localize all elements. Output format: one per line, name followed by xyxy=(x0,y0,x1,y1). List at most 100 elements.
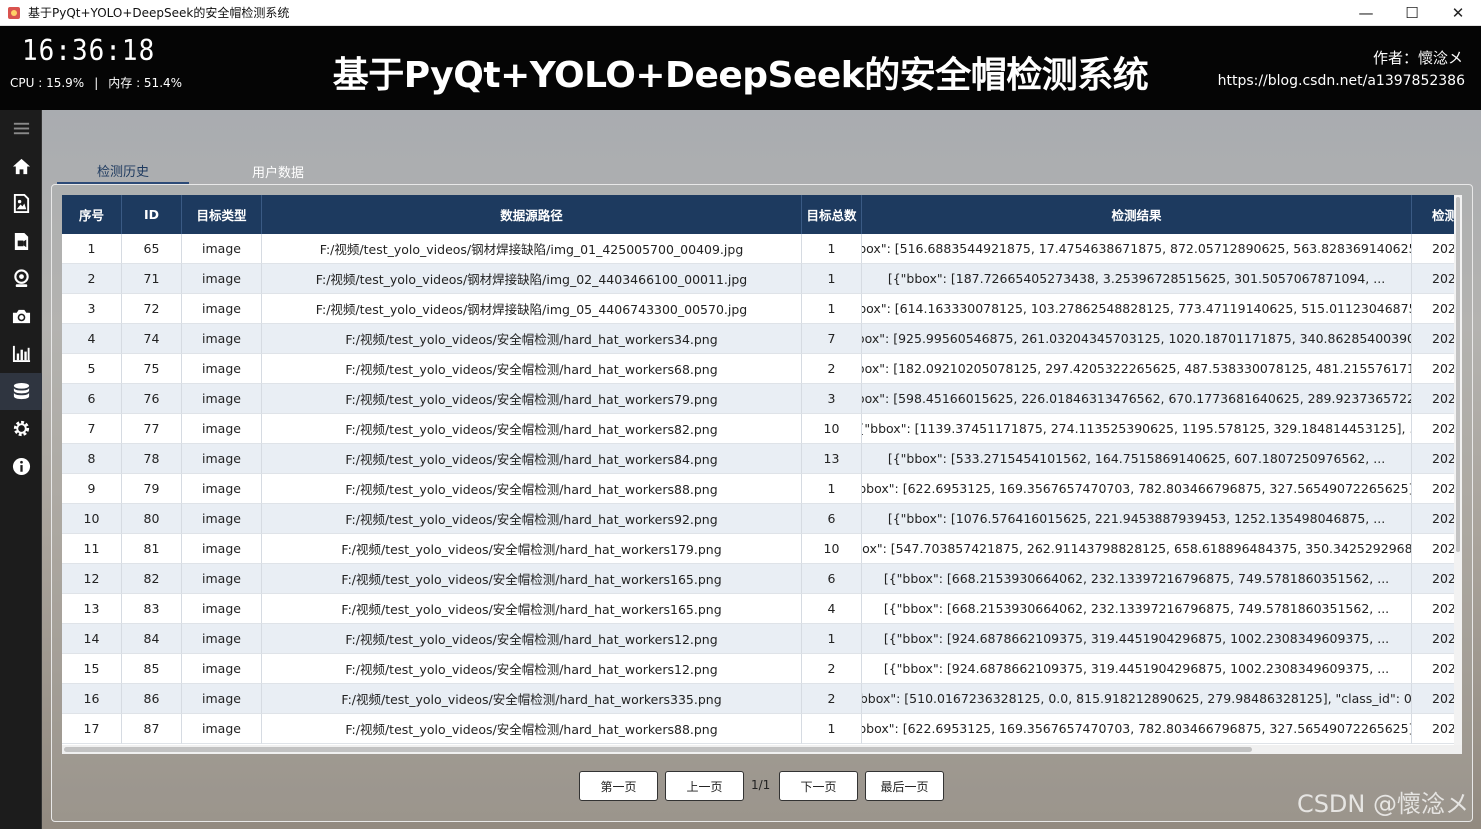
blog-link[interactable]: https://blog.csdn.net/a1397852386 xyxy=(1218,73,1465,89)
cell-seq[interactable]: 15 xyxy=(62,654,122,684)
cell-seq[interactable]: 3 xyxy=(62,294,122,324)
cell-result[interactable]: [{"bbox": [668.2153930664062, 232.133972… xyxy=(862,594,1412,624)
table-row[interactable]: 16 86 image F:/视频/test_yolo_videos/安全帽检测/ha… xyxy=(62,684,1462,714)
cell-id[interactable]: 80 xyxy=(122,504,182,534)
cell-type[interactable]: image xyxy=(182,504,262,534)
cell-id[interactable]: 71 xyxy=(122,264,182,294)
cell-path[interactable]: F:/视频/test_yolo_videos/安全帽检测/hard_hat_wo… xyxy=(262,534,802,564)
cell-total[interactable]: 1 xyxy=(802,714,862,744)
cell-result[interactable]: [{"bbox": [622.6953125, 169.356765747070… xyxy=(862,474,1412,504)
table-row[interactable]: 9 79 image F:/视频/test_yolo_videos/安全帽检测/har… xyxy=(62,474,1462,504)
cell-type[interactable]: image xyxy=(182,294,262,324)
cell-result[interactable]: [{"bbox": [924.6878662109375, 319.445190… xyxy=(862,624,1412,654)
cell-total[interactable]: 1 xyxy=(802,294,862,324)
cell-result[interactable]: [{"bbox": [516.6883544921875, 17.4754638… xyxy=(862,234,1412,264)
table-row[interactable]: 1 65 image F:/视频/test_yolo_videos/钢材焊接缺陷/im… xyxy=(62,234,1462,264)
cell-type[interactable]: image xyxy=(182,654,262,684)
cell-path[interactable]: F:/视频/test_yolo_videos/安全帽检测/hard_hat_wo… xyxy=(262,384,802,414)
cell-result[interactable]: [{"bbox": [1076.576416015625, 221.945388… xyxy=(862,504,1412,534)
cell-id[interactable]: 83 xyxy=(122,594,182,624)
cell-result[interactable]: [{"bbox": [622.6953125, 169.356765747070… xyxy=(862,714,1412,744)
cell-id[interactable]: 82 xyxy=(122,564,182,594)
sidebar-item-image[interactable] xyxy=(0,185,42,223)
cell-path[interactable]: F:/视频/test_yolo_videos/安全帽检测/hard_hat_wo… xyxy=(262,564,802,594)
sidebar-item-webcam[interactable] xyxy=(0,260,42,298)
cell-path[interactable]: F:/视频/test_yolo_videos/安全帽检测/hard_hat_wo… xyxy=(262,624,802,654)
cell-path[interactable]: F:/视频/test_yolo_videos/安全帽检测/hard_hat_wo… xyxy=(262,444,802,474)
table-row[interactable]: 15 85 image F:/视频/test_yolo_videos/安全帽检测/ha… xyxy=(62,654,1462,684)
cell-type[interactable]: image xyxy=(182,414,262,444)
cell-path[interactable]: F:/视频/test_yolo_videos/安全帽检测/hard_hat_wo… xyxy=(262,504,802,534)
cell-result[interactable]: [{"bbox": [533.2715454101562, 164.751586… xyxy=(862,444,1412,474)
cell-total[interactable]: 10 xyxy=(802,414,862,444)
sidebar-item-camera[interactable] xyxy=(0,298,42,336)
sidebar-item-home[interactable] xyxy=(0,148,42,186)
cell-type[interactable]: image xyxy=(182,534,262,564)
cell-id[interactable]: 72 xyxy=(122,294,182,324)
table-row[interactable]: 11 81 image F:/视频/test_yolo_videos/安全帽检测/ha… xyxy=(62,534,1462,564)
last-page-button[interactable]: 最后一页 xyxy=(865,771,944,801)
tab-detection-history[interactable]: 检测历史 xyxy=(57,158,189,184)
cell-path[interactable]: F:/视频/test_yolo_videos/安全帽检测/hard_hat_wo… xyxy=(262,684,802,714)
sidebar-item-about[interactable] xyxy=(0,448,42,486)
prev-page-button[interactable]: 上一页 xyxy=(665,771,744,801)
cell-seq[interactable]: 10 xyxy=(62,504,122,534)
cell-result[interactable]: [{"bbox": [510.0167236328125, 0.0, 815.9… xyxy=(862,684,1412,714)
sidebar-item-statistics[interactable] xyxy=(0,335,42,373)
table-row[interactable]: 3 72 image F:/视频/test_yolo_videos/钢材焊接缺陷/im… xyxy=(62,294,1462,324)
cell-id[interactable]: 86 xyxy=(122,684,182,714)
cell-total[interactable]: 1 xyxy=(802,234,862,264)
cell-seq[interactable]: 9 xyxy=(62,474,122,504)
cell-total[interactable]: 2 xyxy=(802,354,862,384)
cell-result[interactable]: [{"bbox": [1139.37451171875, 274.1135253… xyxy=(862,414,1412,444)
cell-type[interactable]: image xyxy=(182,564,262,594)
cell-path[interactable]: F:/视频/test_yolo_videos/安全帽检测/hard_hat_wo… xyxy=(262,594,802,624)
cell-path[interactable]: F:/视频/test_yolo_videos/安全帽检测/hard_hat_wo… xyxy=(262,414,802,444)
cell-id[interactable]: 75 xyxy=(122,354,182,384)
vertical-scroll-thumb[interactable] xyxy=(1456,197,1460,552)
cell-path[interactable]: F:/视频/test_yolo_videos/钢材焊接缺陷/img_05_440… xyxy=(262,294,802,324)
cell-id[interactable]: 79 xyxy=(122,474,182,504)
tab-user-data[interactable]: 用户数据 xyxy=(212,158,344,184)
cell-seq[interactable]: 5 xyxy=(62,354,122,384)
table-row[interactable]: 4 74 image F:/视频/test_yolo_videos/安全帽检测/har… xyxy=(62,324,1462,354)
table-row[interactable]: 17 87 image F:/视频/test_yolo_videos/安全帽检测/ha… xyxy=(62,714,1462,744)
cell-id[interactable]: 76 xyxy=(122,384,182,414)
cell-total[interactable]: 13 xyxy=(802,444,862,474)
cell-seq[interactable]: 8 xyxy=(62,444,122,474)
column-header-seq[interactable]: 序号 xyxy=(62,195,122,234)
close-button[interactable]: ✕ xyxy=(1435,0,1481,26)
cell-total[interactable]: 4 xyxy=(802,594,862,624)
cell-seq[interactable]: 6 xyxy=(62,384,122,414)
table-row[interactable]: 10 80 image F:/视频/test_yolo_videos/安全帽检测/ha… xyxy=(62,504,1462,534)
next-page-button[interactable]: 下一页 xyxy=(779,771,858,801)
cell-type[interactable]: image xyxy=(182,714,262,744)
cell-type[interactable]: image xyxy=(182,474,262,504)
horizontal-scrollbar[interactable] xyxy=(62,745,1462,754)
cell-type[interactable]: image xyxy=(182,444,262,474)
table-row[interactable]: 6 76 image F:/视频/test_yolo_videos/安全帽检测/har… xyxy=(62,384,1462,414)
cell-total[interactable]: 10 xyxy=(802,534,862,564)
cell-total[interactable]: 6 xyxy=(802,504,862,534)
cell-seq[interactable]: 16 xyxy=(62,684,122,714)
column-header-path[interactable]: 数据源路径 xyxy=(262,195,802,234)
column-header-total[interactable]: 目标总数 xyxy=(802,195,862,234)
cell-total[interactable]: 1 xyxy=(802,624,862,654)
cell-seq[interactable]: 13 xyxy=(62,594,122,624)
cell-seq[interactable]: 14 xyxy=(62,624,122,654)
maximize-button[interactable]: ☐ xyxy=(1389,0,1435,26)
cell-type[interactable]: image xyxy=(182,684,262,714)
table-row[interactable]: 7 77 image F:/视频/test_yolo_videos/安全帽检测/har… xyxy=(62,414,1462,444)
cell-total[interactable]: 7 xyxy=(802,324,862,354)
cell-path[interactable]: F:/视频/test_yolo_videos/安全帽检测/hard_hat_wo… xyxy=(262,714,802,744)
cell-type[interactable]: image xyxy=(182,624,262,654)
cell-id[interactable]: 78 xyxy=(122,444,182,474)
table-row[interactable]: 14 84 image F:/视频/test_yolo_videos/安全帽检测/ha… xyxy=(62,624,1462,654)
cell-type[interactable]: image xyxy=(182,264,262,294)
cell-path[interactable]: F:/视频/test_yolo_videos/安全帽检测/hard_hat_wo… xyxy=(262,324,802,354)
cell-id[interactable]: 85 xyxy=(122,654,182,684)
cell-result[interactable]: [{"bbox": [182.09210205078125, 297.42053… xyxy=(862,354,1412,384)
sidebar-item-settings[interactable] xyxy=(0,410,42,448)
cell-id[interactable]: 74 xyxy=(122,324,182,354)
cell-result[interactable]: [{"bbox": [187.72665405273438, 3.2539672… xyxy=(862,264,1412,294)
